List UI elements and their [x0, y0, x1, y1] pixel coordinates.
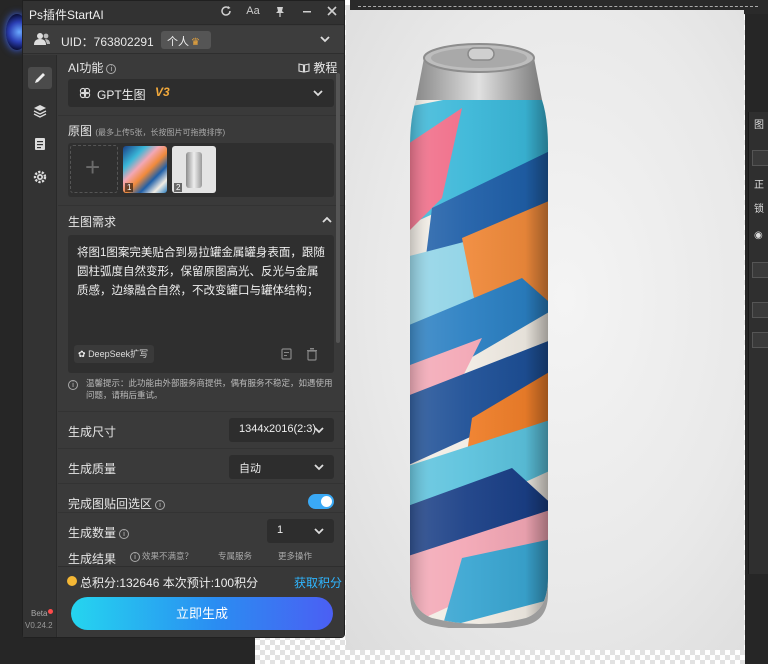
- book-icon: [298, 63, 310, 73]
- info-icon[interactable]: i: [155, 499, 166, 510]
- account-type-label: 个人: [167, 36, 189, 48]
- prompt-text: 将图1图案完美贴合到易拉罐金属罐身表面，跟随圆柱弧度自然变形，保留原图高光、反光…: [77, 247, 325, 297]
- count-row: 生成数量 i 1: [58, 512, 344, 548]
- openai-icon: [79, 87, 91, 99]
- photoshop-side-panel: 图 正 锁 ◉: [748, 112, 768, 574]
- ps-layer-thumb[interactable]: [752, 262, 768, 278]
- account-row[interactable]: UID：763802291 个人 ♛: [23, 26, 344, 54]
- edit-icon: [35, 73, 45, 83]
- history-icon[interactable]: [280, 347, 294, 361]
- user-group-icon: [34, 33, 50, 45]
- points-summary: 总积分:132646 本次预计:100积分: [80, 576, 259, 590]
- ps-panel-field[interactable]: [752, 150, 768, 166]
- chevron-down-icon: [313, 90, 323, 97]
- document-icon: [35, 138, 45, 150]
- beta-label: Beta: [31, 609, 48, 618]
- plugin-main-content: AI功能 i 教程 GPT生图 V3 原图 (最多上传5张，长按图片可拖拽排序) …: [58, 55, 344, 565]
- source-images-hint: (最多上传5张，长按图片可拖拽排序): [95, 128, 226, 137]
- paste-back-toggle[interactable]: [308, 494, 334, 509]
- minimize-icon[interactable]: [299, 5, 315, 20]
- result-row: 生成结果 i 效果不满意？ 专属服务 更多操作: [58, 545, 344, 565]
- chevron-down-icon[interactable]: [318, 32, 332, 46]
- ps-layer-thumb[interactable]: [752, 302, 768, 318]
- count-select[interactable]: 1: [267, 519, 334, 543]
- info-icon[interactable]: i: [119, 528, 130, 539]
- model-name: GPT生图: [97, 88, 146, 102]
- version-label: V0.24.2: [25, 621, 53, 630]
- pin-icon[interactable]: [272, 5, 288, 20]
- source-images-label: 原图 (最多上传5张，长按图片可拖拽排序): [68, 124, 226, 138]
- model-select[interactable]: GPT生图 V3: [68, 79, 334, 107]
- deepseek-icon: ✿: [78, 349, 86, 359]
- deepseek-expand-button[interactable]: ✿ DeepSeek扩写: [74, 345, 155, 363]
- prompt-textarea[interactable]: 将图1图案完美贴合到易拉罐金属罐身表面，跟随圆柱弧度自然变形，保留原图高光、反光…: [68, 235, 334, 373]
- ps-panel-label: 锁: [754, 204, 764, 215]
- info-icon: i: [68, 380, 78, 390]
- size-value: 1344x2016(2:3): [239, 423, 317, 435]
- chevron-up-icon[interactable]: [321, 215, 333, 225]
- beverage-can-image: [410, 43, 548, 628]
- plugin-title: Ps插件StartAI: [29, 8, 104, 22]
- thumbnail-pattern[interactable]: 1: [123, 146, 167, 193]
- quality-select[interactable]: 自动: [229, 455, 334, 479]
- plus-icon: +: [85, 152, 101, 182]
- trash-icon[interactable]: [305, 347, 319, 361]
- refresh-icon[interactable]: [218, 5, 234, 20]
- paste-back-label: 完成图贴回选区 i: [68, 495, 166, 512]
- crown-icon: ♛: [191, 37, 200, 48]
- source-images-strip: + 1 2: [68, 143, 334, 197]
- eye-icon[interactable]: ◉: [754, 230, 763, 241]
- toggle-knob: [321, 496, 332, 507]
- quality-row: 生成质量 自动: [58, 448, 344, 484]
- ps-panel-label: 图: [754, 120, 764, 131]
- plugin-title-bar[interactable]: Ps插件StartAI Aa: [23, 1, 344, 25]
- settings-icon: [33, 170, 47, 184]
- thumbnail-index: 2: [174, 183, 183, 192]
- coin-icon: [67, 576, 77, 586]
- beta-tag: Beta: [31, 609, 54, 618]
- generate-button[interactable]: 立即生成: [71, 597, 333, 630]
- quality-label: 生成质量: [68, 462, 117, 476]
- size-label: 生成尺寸: [68, 425, 117, 439]
- more-actions-link[interactable]: 更多操作: [278, 550, 312, 562]
- layers-icon: [33, 105, 47, 118]
- ps-layer-thumb[interactable]: [752, 332, 768, 348]
- panel-scrollbar[interactable]: [336, 73, 340, 343]
- startai-plugin-panel: Ps插件StartAI Aa UID：763802291 个人 ♛ Beta V…: [22, 0, 345, 638]
- notification-dot: [48, 609, 54, 614]
- rail-document-button[interactable]: [28, 133, 52, 155]
- chevron-down-icon: [314, 427, 324, 434]
- result-help-link[interactable]: i 效果不满意？: [130, 550, 193, 562]
- user-id: UID：763802291: [61, 35, 154, 49]
- rail-settings-button[interactable]: [28, 166, 52, 188]
- font-size-icon[interactable]: Aa: [245, 5, 261, 17]
- size-row: 生成尺寸 1344x2016(2:3): [58, 411, 344, 447]
- ai-function-label: AI功能 i: [68, 59, 117, 76]
- add-image-button[interactable]: +: [70, 145, 118, 193]
- size-select[interactable]: 1344x2016(2:3): [229, 418, 334, 442]
- ps-panel-label: 正: [754, 180, 764, 191]
- account-type-badge[interactable]: 个人 ♛: [161, 31, 211, 49]
- count-value: 1: [277, 524, 284, 536]
- result-label: 生成结果: [68, 552, 117, 565]
- close-icon[interactable]: [324, 5, 340, 20]
- chevron-down-icon: [314, 464, 324, 471]
- model-version-tag: V3: [155, 85, 170, 99]
- service-notice: i 温馨提示：此功能由外部服务商提供，偶有服务不稳定，如遇使用问题，请稍后重试。: [68, 377, 334, 401]
- left-nav-rail: Beta V0.24.2: [23, 55, 57, 637]
- prompt-label: 生图需求: [68, 215, 117, 229]
- get-points-link[interactable]: 获取积分: [294, 574, 342, 591]
- generate-footer: 总积分:132646 本次预计:100积分 获取积分 立即生成: [58, 566, 344, 637]
- rail-edit-button[interactable]: [28, 67, 52, 89]
- rail-layers-button[interactable]: [28, 100, 52, 122]
- info-icon[interactable]: i: [106, 63, 117, 74]
- thumbnail-can[interactable]: 2: [172, 146, 216, 193]
- chevron-down-icon: [314, 528, 324, 535]
- quality-value: 自动: [239, 463, 261, 475]
- thumbnail-index: 1: [125, 183, 134, 192]
- tutorial-link[interactable]: 教程: [298, 59, 337, 76]
- exclusive-service-link[interactable]: 专属服务: [218, 550, 252, 562]
- count-label: 生成数量 i: [68, 524, 130, 541]
